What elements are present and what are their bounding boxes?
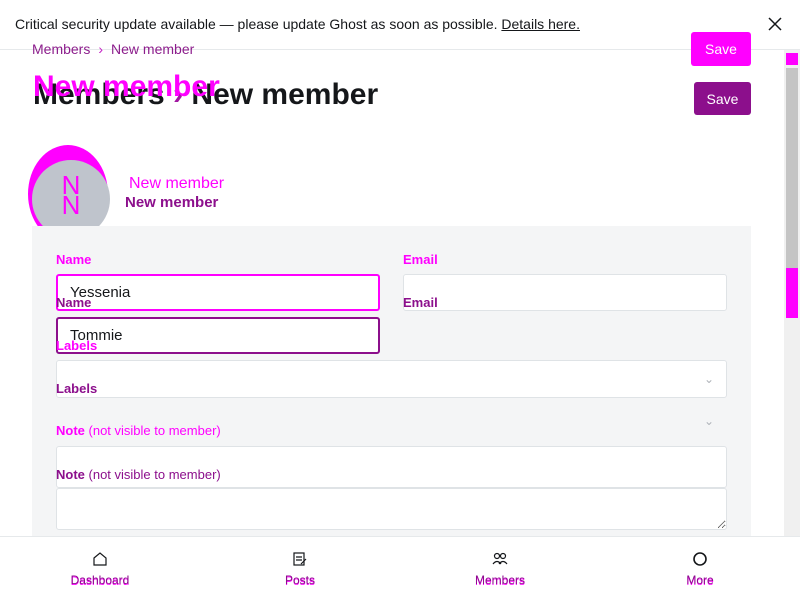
nav-item-members[interactable]: Members Members xyxy=(400,537,600,601)
name-label-overlay: Name xyxy=(56,252,92,267)
breadcrumb-parent[interactable]: Members xyxy=(32,41,90,57)
member-name: New member xyxy=(125,194,219,211)
nav-item-more[interactable]: More More xyxy=(600,537,800,601)
banner-details-link[interactable]: Details here. xyxy=(501,16,580,32)
scrollbar-thumb[interactable] xyxy=(786,68,798,268)
banner-message: Critical security update available — ple… xyxy=(15,16,498,32)
scrollbar-thumb-overlay[interactable] xyxy=(786,268,798,318)
note-textarea[interactable] xyxy=(56,488,727,530)
name-input[interactable] xyxy=(56,317,380,354)
bottom-nav: Dashboard Dashboard Posts Posts Members … xyxy=(0,536,800,600)
save-button-overlay[interactable]: Save xyxy=(691,32,751,66)
note-label-suffix: (not visible to member) xyxy=(88,467,221,482)
email-input-overlay[interactable] xyxy=(403,274,727,311)
scroll-up-arrow-icon[interactable] xyxy=(786,53,798,65)
members-icon xyxy=(492,552,508,565)
email-label: Email xyxy=(403,295,438,310)
note-label-overlay: Note (not visible to member) xyxy=(56,423,221,438)
member-name-overlay: New member xyxy=(129,175,225,192)
nav-label: Posts xyxy=(284,573,315,587)
note-label-text: Note xyxy=(56,423,85,438)
posts-icon xyxy=(293,552,307,566)
labels-label-overlay: Labels xyxy=(56,338,98,353)
note-label-suffix: (not visible to member) xyxy=(88,423,221,438)
more-icon xyxy=(693,552,707,566)
name-input-overlay[interactable] xyxy=(56,274,380,311)
labels-select[interactable] xyxy=(56,360,727,398)
breadcrumb-current: New member xyxy=(111,41,195,57)
chevron-down-icon-overlay: ⌄ xyxy=(704,414,715,428)
avatar-initial-overlay: N xyxy=(61,190,81,220)
note-label: Note (not visible to member) xyxy=(56,467,221,482)
nav-label: Members xyxy=(474,573,525,587)
nav-label: More xyxy=(686,573,714,587)
nav-label: Dashboard xyxy=(70,573,130,587)
home-icon xyxy=(93,552,107,566)
email-label-overlay: Email xyxy=(403,252,438,267)
save-button[interactable]: Save xyxy=(694,82,751,115)
banner-text: Critical security update available — ple… xyxy=(15,16,580,32)
labels-label: Labels xyxy=(56,381,98,396)
breadcrumb: Members › New member xyxy=(32,41,194,57)
note-label-text: Note xyxy=(56,467,85,482)
nav-item-dashboard[interactable]: Dashboard Dashboard xyxy=(0,537,200,601)
close-icon[interactable] xyxy=(766,15,784,33)
chevron-right-icon: › xyxy=(98,41,104,57)
nav-item-posts[interactable]: Posts Posts xyxy=(200,537,400,601)
name-label: Name xyxy=(56,295,92,310)
page-title-overlay: New member xyxy=(33,70,220,103)
chevron-down-icon: ⌄ xyxy=(704,372,715,386)
